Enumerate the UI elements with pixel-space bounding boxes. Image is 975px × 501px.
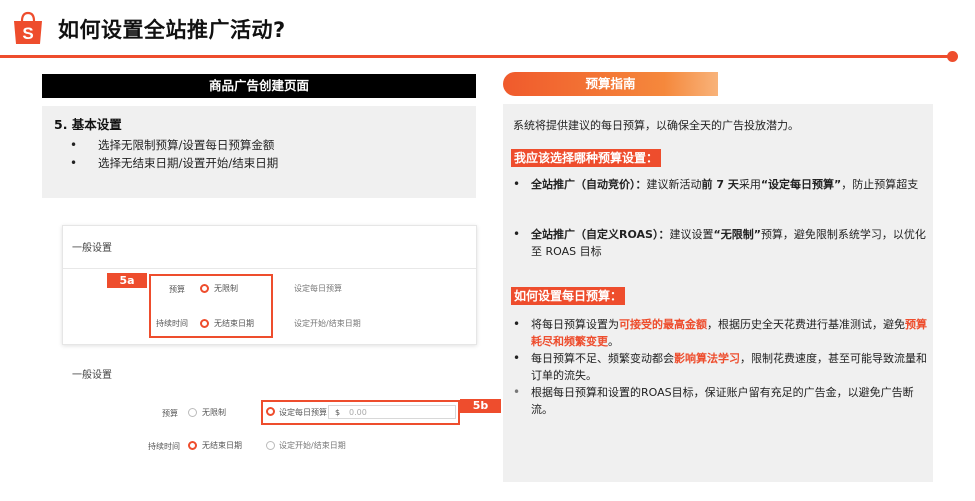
highlight-box-5a — [149, 274, 273, 338]
guide-item-highlight: 影响算法学习 — [674, 352, 740, 365]
guide-item-lead: 全站推广（自定义ROAS）： — [531, 228, 670, 241]
header-divider-dot — [947, 51, 958, 62]
guide-item-text: 将每日预算设置为 — [531, 318, 619, 331]
header-divider — [0, 55, 950, 58]
radio-unlimited-2-label: 无限制 — [202, 408, 226, 417]
question-daily-budget: 如何设置每日预算： — [511, 287, 626, 305]
guide-item: 根据每日预算和设置的ROAS目标，保证账户留有充足的广告金，以避免广告断流。 — [503, 384, 928, 418]
shopee-logo: S — [12, 11, 44, 45]
radio-daily-budget-label[interactable]: 设定每日预算 — [294, 283, 342, 294]
guide-intro: 系统将提供建议的每日预算，以确保全天的广告投放潜力。 — [513, 119, 799, 132]
radio-set-dates-2-label: 设定开始/结束日期 — [279, 441, 346, 450]
basic-settings-box: 5. 基本设置 选择无限制预算/设置每日预算金额 选择无结束日期/设置开始/结束… — [42, 106, 476, 198]
radio-no-end-date-2-label: 无结束日期 — [202, 441, 242, 450]
guide-item-bold: “设定每日预算” — [760, 178, 842, 191]
guide-item-text: 建议新活动 — [646, 178, 702, 191]
highlight-box-5b — [261, 400, 460, 425]
guide-item-bold: “无限制” — [713, 228, 761, 241]
general-settings-title-2: 一般设置 — [72, 370, 112, 381]
guide-item-text: 根据每日预算和设置的ROAS目标，保证账户留有充足的广告金，以避免广告断流。 — [531, 386, 914, 416]
budget-guide-box: 系统将提供建议的每日预算，以确保全天的广告投放潜力。 我应该选择哪种预算设置： … — [503, 104, 933, 482]
step-bullet: 选择无结束日期/设置开始/结束日期 — [54, 154, 464, 172]
guide-item-text: ，防止预算超支 — [841, 178, 919, 191]
guide-item-text: 每日预算不足、频繁变动都会 — [531, 352, 674, 365]
guide-item-text: 。 — [608, 335, 619, 348]
budget-label-2: 预算 — [162, 409, 178, 418]
radio-unlimited-2[interactable] — [188, 408, 197, 417]
divider — [63, 268, 476, 269]
step-title: 5. 基本设置 — [54, 117, 122, 132]
guide-item-bold: 前 7 天 — [701, 178, 739, 191]
radio-no-end-date-2[interactable] — [188, 441, 197, 450]
guide-item: 将每日预算设置为可接受的最高金额，根据历史全天花费进行基准测试，避免预算耗尽和频… — [503, 316, 928, 350]
question-budget-type: 我应该选择哪种预算设置： — [511, 149, 662, 167]
guide-item-text: 采用 — [738, 178, 761, 191]
step-bullets: 选择无限制预算/设置每日预算金额 选择无结束日期/设置开始/结束日期 — [54, 136, 464, 172]
guide-item-text: ，根据历史全天花费进行基准测试，避免 — [707, 318, 905, 331]
guide-item-highlight: 可接受的最高金额 — [619, 318, 707, 331]
step-bullet: 选择无限制预算/设置每日预算金额 — [54, 136, 464, 154]
guide-item-text: 建议设置 — [669, 228, 714, 241]
radio-set-dates-label[interactable]: 设定开始/结束日期 — [294, 318, 361, 329]
guide-item-lead: 全站推广（自动竞价）： — [531, 178, 647, 191]
duration-label-2: 持续时间 — [148, 442, 180, 451]
budget-guide-header: 预算指南 — [503, 72, 718, 96]
svg-text:S: S — [22, 24, 33, 43]
radio-set-dates-2[interactable] — [266, 441, 275, 450]
left-panel-header: 商品广告创建页面 — [42, 74, 476, 98]
guide-item: 每日预算不足、频繁变动都会影响算法学习，限制花费速度，甚至可能导致流量和订单的流… — [503, 350, 928, 384]
guide-item: 全站推广（自动竞价）：建议新活动前 7 天采用“设定每日预算”，防止预算超支 — [503, 176, 928, 193]
tag-5a: 5a — [107, 273, 147, 288]
general-settings-title: 一般设置 — [72, 243, 112, 254]
page-title: 如何设置全站推广活动? — [58, 18, 286, 42]
guide-item: 全站推广（自定义ROAS）：建议设置“无限制”预算，避免限制系统学习，以优化至 … — [503, 226, 928, 260]
tag-5b: 5b — [460, 399, 501, 413]
